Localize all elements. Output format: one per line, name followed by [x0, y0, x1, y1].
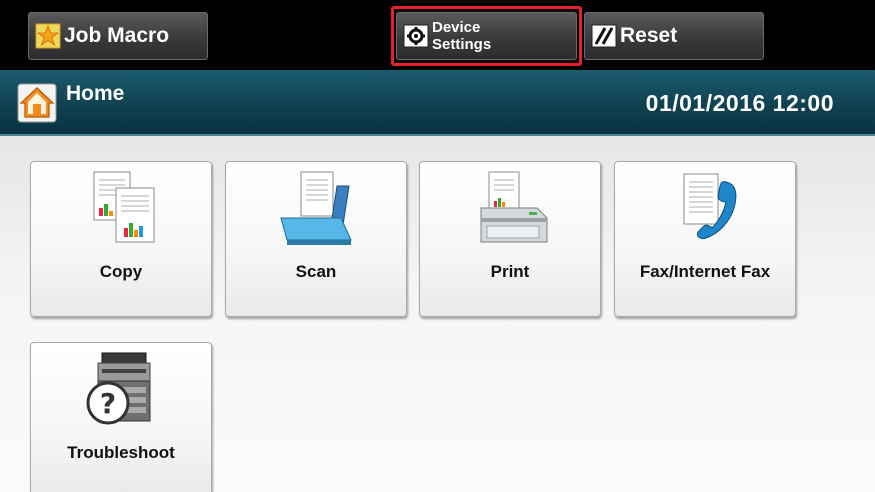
- top-toolbar: Job Macro Device Settings Reset: [0, 0, 875, 70]
- troubleshoot-icon: ?: [72, 349, 172, 429]
- copy-tile[interactable]: Copy: [30, 161, 212, 317]
- device-settings-button[interactable]: Device Settings: [396, 12, 577, 60]
- device-settings-label: Device Settings: [432, 19, 491, 53]
- troubleshoot-label: Troubleshoot: [67, 443, 175, 462]
- page-title: Home: [66, 82, 125, 105]
- print-icon: [461, 168, 561, 248]
- scan-icon: [267, 168, 367, 248]
- home-icon[interactable]: [17, 83, 57, 123]
- scan-tile[interactable]: Scan: [225, 161, 407, 317]
- print-label: Print: [490, 262, 530, 281]
- fax-tile[interactable]: Fax/Internet Fax: [614, 161, 796, 317]
- scan-label: Scan: [295, 262, 337, 281]
- copy-icon: [72, 168, 172, 248]
- star-icon: [35, 23, 61, 49]
- device-settings-line2: Settings: [432, 36, 492, 53]
- header-bar: Home 01/01/2016 12:00: [0, 70, 875, 136]
- troubleshoot-tile[interactable]: ? Troubleshoot: [30, 342, 212, 492]
- reset-button[interactable]: Reset: [584, 12, 764, 60]
- print-tile[interactable]: Print: [419, 161, 601, 317]
- job-macro-label: Job Macro: [64, 24, 170, 47]
- fax-label: Fax/Internet Fax: [639, 262, 771, 281]
- device-panel-screen: Job Macro Device Settings Reset Home 01/…: [0, 0, 875, 492]
- reset-label: Reset: [620, 24, 678, 47]
- gear-icon: [403, 23, 429, 49]
- fax-icon: [656, 168, 756, 248]
- device-settings-line1: Device: [432, 19, 481, 36]
- datetime-display: 01/01/2016 12:00: [645, 90, 834, 116]
- reset-icon: [591, 23, 617, 49]
- job-macro-button[interactable]: Job Macro: [28, 12, 208, 60]
- copy-label: Copy: [99, 262, 143, 281]
- svg-text:?: ?: [100, 387, 116, 420]
- main-menu-area: Copy Scan Print Fax/Internet Fax ? Troub…: [0, 136, 875, 492]
